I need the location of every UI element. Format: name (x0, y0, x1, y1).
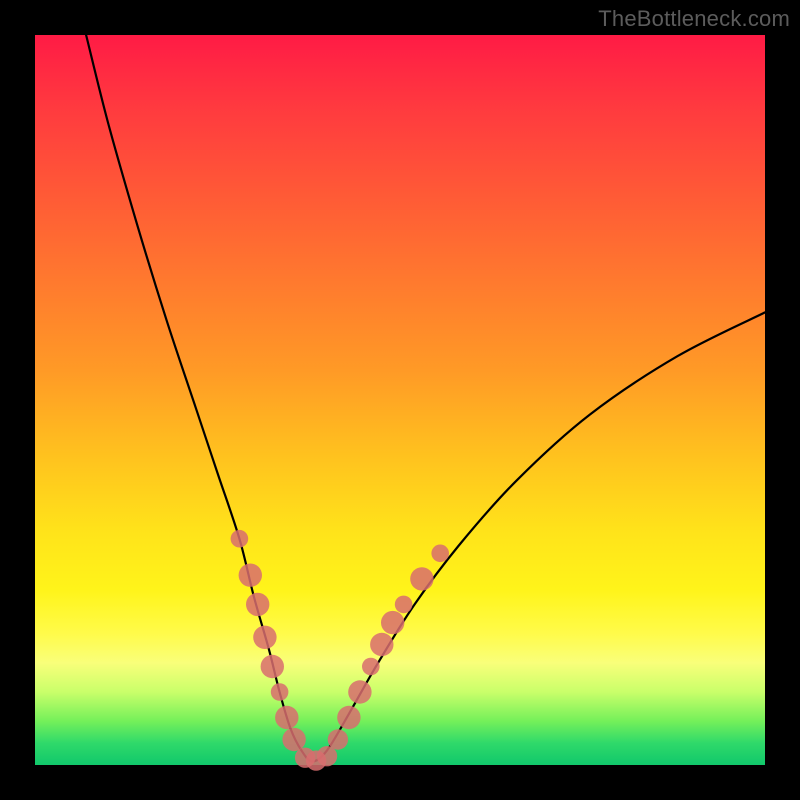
dot (261, 655, 284, 678)
dot (328, 729, 348, 749)
watermark-text: TheBottleneck.com (598, 6, 790, 32)
dot (275, 706, 298, 729)
dot (282, 728, 305, 751)
dot (246, 593, 269, 616)
dot (271, 683, 289, 701)
dot (431, 545, 449, 563)
dot (253, 626, 276, 649)
dot (337, 706, 360, 729)
dot (362, 658, 380, 676)
plot-area (35, 35, 765, 765)
dot (381, 611, 404, 634)
chart-frame: TheBottleneck.com (0, 0, 800, 800)
dot (317, 746, 337, 766)
bottleneck-curve (86, 35, 765, 761)
dot (348, 680, 371, 703)
curve-layer (35, 35, 765, 765)
dot (410, 567, 433, 590)
curve-dots (231, 530, 449, 771)
dot (395, 596, 413, 614)
dot (231, 530, 249, 548)
dot (370, 633, 393, 656)
dot (239, 564, 262, 587)
